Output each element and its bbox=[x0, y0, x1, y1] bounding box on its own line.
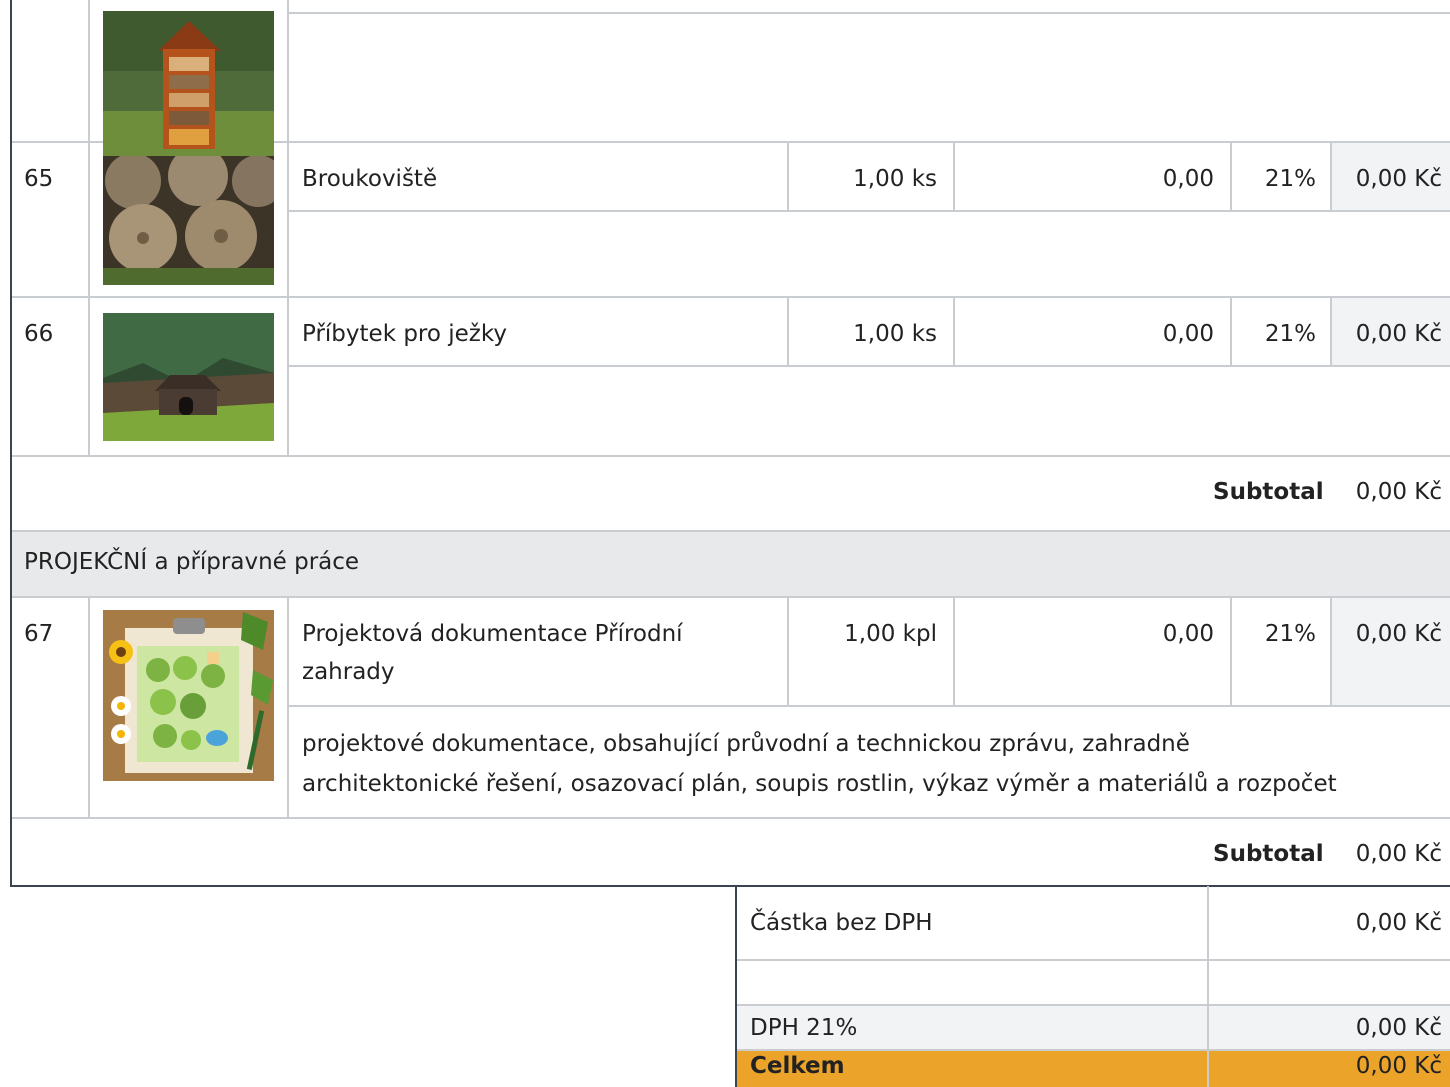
item-unit-price: 0,00 bbox=[1162, 321, 1214, 347]
insect-hotel-image bbox=[103, 11, 274, 157]
item-name: Příbytek pro ježky bbox=[302, 321, 507, 347]
grand-total-label: Celkem bbox=[750, 1053, 845, 1079]
item-number: 67 bbox=[24, 621, 54, 647]
item-quantity: 1,00 ks bbox=[853, 321, 937, 347]
item-description-line-2: architektonické řešení, osazovací plán, … bbox=[302, 771, 1337, 797]
item-unit-price: 0,00 bbox=[1162, 166, 1214, 192]
item-number: 65 bbox=[24, 166, 54, 192]
item-vat-rate: 21% bbox=[1264, 321, 1316, 347]
item-number: 66 bbox=[24, 321, 54, 347]
hedgehog-house-image bbox=[103, 313, 274, 441]
item-quantity: 1,00 ks bbox=[853, 166, 937, 192]
subtotal-label: Subtotal bbox=[1213, 841, 1324, 867]
vat-amount-label: DPH 21% bbox=[750, 1015, 858, 1041]
grand-total-value: 0,00 Kč bbox=[1355, 1053, 1442, 1079]
item-description-line-1: projektové dokumentace, obsahující průvo… bbox=[302, 731, 1190, 757]
section-title: PROJEKČNÍ a přípravné práce bbox=[24, 549, 360, 575]
subtotal-label: Subtotal bbox=[1213, 479, 1324, 505]
vat-amount-value: 0,00 Kč bbox=[1355, 1015, 1442, 1041]
subtotal-value: 0,00 Kč bbox=[1355, 841, 1442, 867]
item-name: Broukoviště bbox=[302, 166, 438, 192]
net-amount-label: Částka bez DPH bbox=[750, 910, 933, 936]
subtotal-value: 0,00 Kč bbox=[1355, 479, 1442, 505]
item-total: 0,00 Kč bbox=[1355, 621, 1442, 647]
item-quantity: 1,00 kpl bbox=[844, 621, 937, 647]
item-vat-rate: 21% bbox=[1264, 166, 1316, 192]
garden-plan-image bbox=[103, 610, 274, 781]
item-name-line-1: Projektová dokumentace Přírodní bbox=[302, 621, 683, 647]
item-total: 0,00 Kč bbox=[1355, 321, 1442, 347]
net-amount-value: 0,00 Kč bbox=[1355, 910, 1442, 936]
item-vat-rate: 21% bbox=[1264, 621, 1316, 647]
item-total: 0,00 Kč bbox=[1355, 166, 1442, 192]
log-pile-image bbox=[103, 156, 274, 285]
item-name-line-2: zahrady bbox=[302, 659, 395, 685]
item-unit-price: 0,00 bbox=[1162, 621, 1214, 647]
